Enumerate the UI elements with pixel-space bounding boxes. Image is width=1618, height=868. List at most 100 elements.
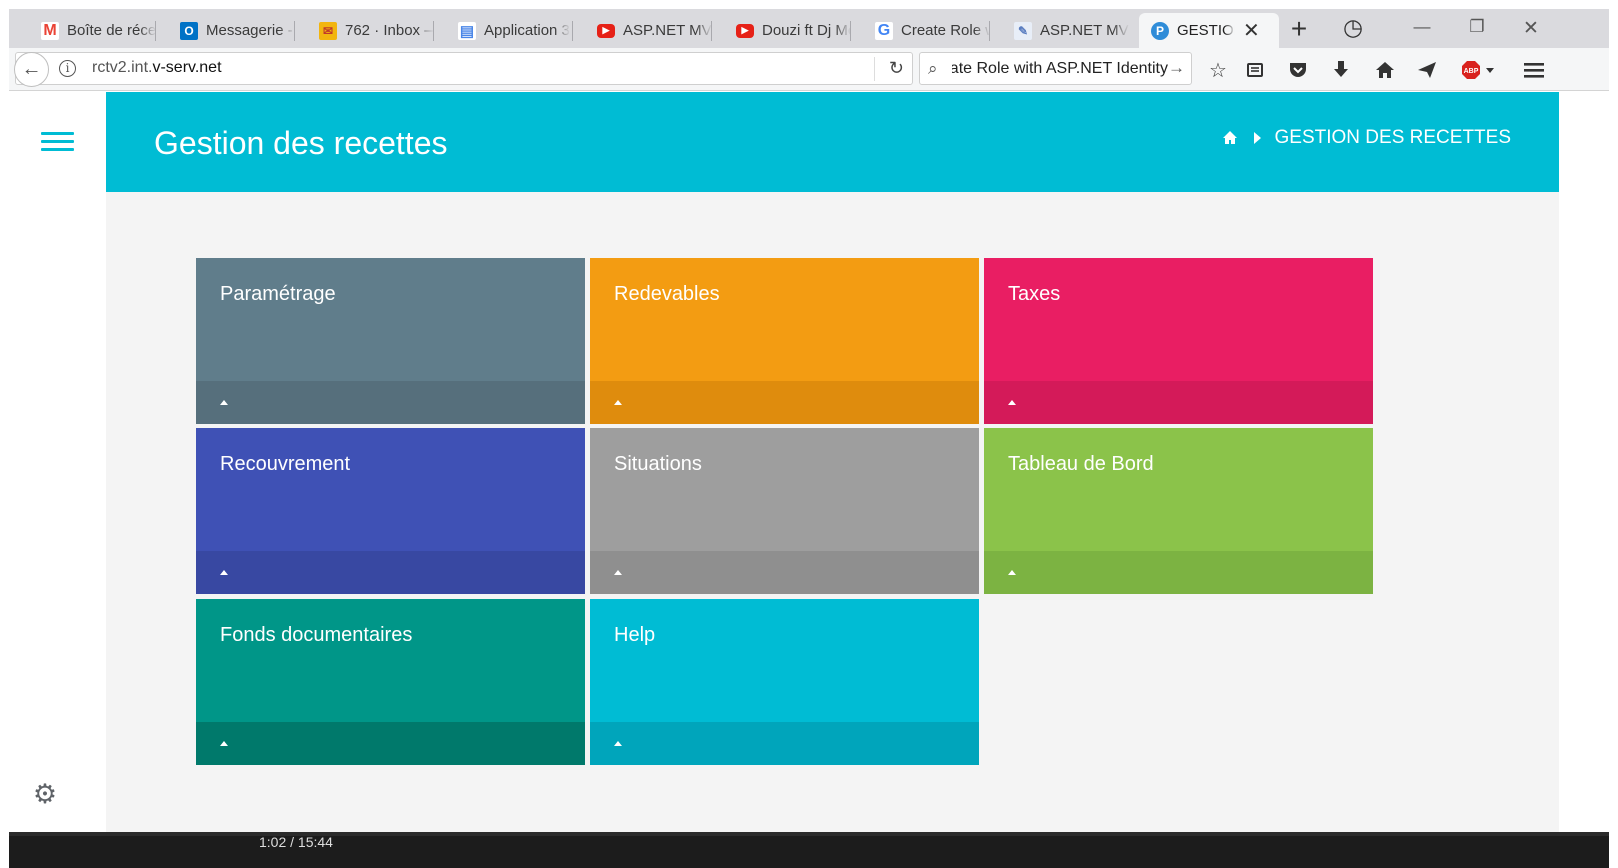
browser-tab-strip: M Boîte de réception O Messagerie - Outl…: [9, 9, 1609, 48]
tile-footer[interactable]: [590, 381, 979, 424]
tile-footer[interactable]: [984, 551, 1373, 594]
tile-footer[interactable]: [196, 381, 585, 424]
video-time: 1:02 / 15:44: [259, 834, 333, 850]
download-icon[interactable]: [1328, 57, 1354, 83]
gmail-icon: M: [41, 21, 59, 40]
arrow-up-icon: [614, 570, 622, 575]
tile-title: Recouvrement: [220, 453, 351, 475]
tab-aspnet-mvc[interactable]: ✎ ASP.NET MVC: [990, 13, 1129, 48]
back-arrow-icon[interactable]: ←: [14, 52, 49, 87]
search-box[interactable]: ⌕ Create Role with ASP.NET Identity →: [919, 52, 1192, 85]
pocket-icon[interactable]: [1285, 57, 1311, 83]
page-right-margin: [1559, 92, 1609, 832]
divider: [874, 57, 875, 81]
search-input[interactable]: Create Role with ASP.NET Identity: [952, 60, 1168, 78]
tile-tableau-de-bord[interactable]: Tableau de Bord: [984, 428, 1373, 594]
tab-google-search[interactable]: G Create Role with: [851, 13, 990, 48]
svg-text:ABP: ABP: [1464, 68, 1479, 75]
tile-taxes[interactable]: Taxes: [984, 258, 1373, 424]
tile-situations[interactable]: Situations: [590, 428, 979, 594]
app-icon: P: [1151, 21, 1169, 40]
tile-redevables[interactable]: Redevables: [590, 258, 979, 424]
youtube-icon: ▶: [736, 23, 754, 38]
tile-footer[interactable]: [984, 381, 1373, 424]
tab-yahoo-inbox[interactable]: ✉ 762 · Inbox — Yahoo: [295, 13, 434, 48]
bookmark-star-icon[interactable]: ☆: [1205, 57, 1231, 83]
tile-title: Paramétrage: [220, 283, 336, 305]
address-bar[interactable]: ← i rctv2.int.v-serv.net ↻: [14, 52, 913, 87]
tile-title: Fonds documentaires: [220, 624, 413, 646]
info-icon[interactable]: i: [59, 60, 76, 77]
tile-title: Taxes: [1008, 283, 1061, 305]
minimize-button[interactable]: —: [1407, 17, 1437, 37]
tab-label: Boîte de réception: [67, 22, 156, 39]
tab-label: Messagerie - Outlook: [206, 22, 295, 39]
settings-gear-icon[interactable]: ⚙: [31, 780, 59, 808]
tile-fonds-documentaires[interactable]: Fonds documentaires: [196, 599, 585, 765]
outlook-icon: O: [180, 21, 198, 40]
tile-footer[interactable]: [196, 722, 585, 765]
arrow-up-icon: [614, 400, 622, 405]
url-prefix: rctv2.int.: [92, 59, 153, 76]
tile-parametrage[interactable]: Paramétrage: [196, 258, 585, 424]
tab-label: GESTION DES RECETTES: [1177, 22, 1235, 39]
tab-gmail[interactable]: M Boîte de réception: [17, 13, 156, 48]
arrow-up-icon: [220, 741, 228, 746]
reading-list-icon[interactable]: [1242, 57, 1268, 83]
tab-outlook[interactable]: O Messagerie - Outlook: [156, 13, 295, 48]
home-icon[interactable]: [1222, 130, 1238, 146]
new-tab-button[interactable]: +: [1284, 13, 1314, 45]
tile-footer[interactable]: [196, 551, 585, 594]
url-domain: v-serv.net: [152, 59, 222, 76]
tab-label: ASP.NET MVC: [623, 22, 712, 39]
arrow-up-icon: [1008, 400, 1016, 405]
hamburger-menu-icon[interactable]: [41, 132, 74, 151]
search-go-arrow-icon[interactable]: →: [1168, 58, 1185, 78]
restore-button[interactable]: ❐: [1462, 17, 1492, 37]
tile-title: Situations: [614, 453, 702, 475]
url-text[interactable]: rctv2.int.v-serv.net: [92, 59, 222, 77]
tile-footer[interactable]: [590, 551, 979, 594]
tile-recouvrement[interactable]: Recouvrement: [196, 428, 585, 594]
tab-youtube-douzi[interactable]: ▶ Douzi ft Dj Mo: [712, 13, 851, 48]
tab-gestion-active[interactable]: P GESTION DES RECETTES ✕: [1139, 13, 1279, 48]
menu-icon[interactable]: [1521, 57, 1547, 83]
tab-application[interactable]: ▤ Application 3: [434, 13, 573, 48]
breadcrumb: GESTION DES RECETTES: [1222, 127, 1511, 149]
tab-label: Douzi ft Dj Mo: [762, 22, 851, 39]
tile-title: Tableau de Bord: [1008, 453, 1154, 475]
tile-footer[interactable]: [590, 722, 979, 765]
adblock-icon[interactable]: ABP: [1459, 57, 1499, 83]
close-tab-icon[interactable]: ✕: [1243, 18, 1260, 43]
send-icon[interactable]: [1414, 57, 1440, 83]
home-icon[interactable]: [1372, 57, 1398, 83]
tab-youtube-aspnet[interactable]: ▶ ASP.NET MVC: [573, 13, 712, 48]
breadcrumb-current: GESTION DES RECETTES: [1274, 127, 1511, 148]
history-icon[interactable]: ◷: [1338, 14, 1368, 41]
arrow-up-icon: [614, 741, 622, 746]
page-icon: ✎: [1014, 21, 1032, 40]
page-header: Gestion des recettes GESTION DES RECETTE…: [106, 92, 1559, 192]
browser-navbar: ← i rctv2.int.v-serv.net ↻ ⌕ Create Role…: [9, 48, 1609, 91]
reload-icon[interactable]: ↻: [889, 58, 904, 79]
tile-title: Help: [614, 624, 656, 646]
arrow-up-icon: [220, 570, 228, 575]
youtube-icon: ▶: [597, 23, 615, 38]
arrow-up-icon: [1008, 570, 1016, 575]
video-player-bar[interactable]: 1:02 / 15:44: [9, 832, 1609, 868]
caret-right-icon: [1253, 132, 1261, 144]
page-title: Gestion des recettes: [154, 125, 448, 161]
tab-label: Application 3: [484, 22, 570, 39]
tile-help[interactable]: Help: [590, 599, 979, 765]
google-icon: G: [875, 21, 893, 40]
tab-label: ASP.NET MVC: [1040, 22, 1129, 39]
video-progress-track[interactable]: [9, 832, 1609, 836]
tile-title: Redevables: [614, 283, 720, 305]
mail-icon: ✉: [319, 21, 337, 40]
tab-label: 762 · Inbox — Yahoo: [345, 22, 434, 39]
close-window-button[interactable]: ✕: [1516, 17, 1546, 40]
left-sidebar: ⚙: [9, 92, 106, 832]
tab-label: Create Role with: [901, 22, 990, 39]
search-icon: ⌕: [928, 59, 938, 78]
document-icon: ▤: [458, 21, 476, 40]
